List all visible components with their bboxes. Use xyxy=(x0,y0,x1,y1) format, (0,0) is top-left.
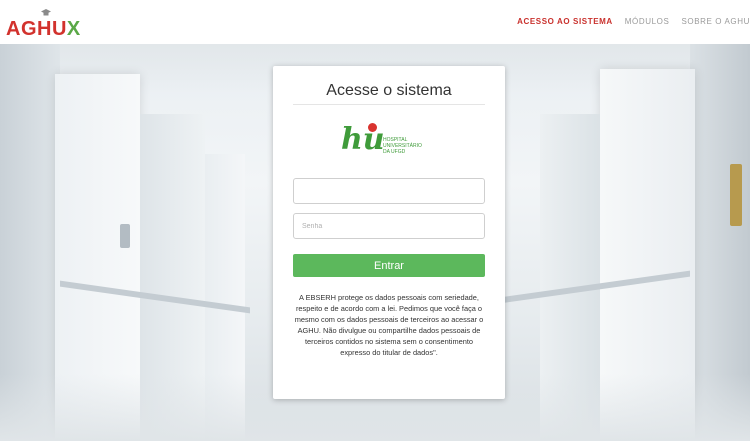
hospital-logo-text: HOSPITAL UNIVERSITÁRIO DA UFGD xyxy=(383,137,422,155)
login-card: Acesse o sistema hu HOSPITAL UNIVERSITÁR… xyxy=(273,66,505,399)
graduation-cap-icon xyxy=(41,9,51,16)
nav-sobre-o-aghu[interactable]: SOBRE O AGHU xyxy=(681,17,750,26)
logo-dot-icon xyxy=(368,123,377,132)
hospital-logo: hu HOSPITAL UNIVERSITÁRIO DA UFGD xyxy=(341,123,441,161)
nav-modulos[interactable]: MÓDULOS xyxy=(625,17,670,26)
logo-text: AGHUX xyxy=(6,18,81,40)
hu-logo-mark: hu xyxy=(341,122,385,157)
login-title: Acesse o sistema xyxy=(326,82,452,99)
privacy-notice: A EBSERH protege os dados pessoais com s… xyxy=(294,293,484,357)
username-input[interactable] xyxy=(293,178,485,204)
top-navbar: AGHUX ACESSO AO SISTEMA MÓDULOS SOBRE O … xyxy=(0,0,750,44)
login-button[interactable]: Entrar xyxy=(293,254,485,277)
password-input[interactable] xyxy=(293,213,485,239)
aghux-logo[interactable]: AGHUX xyxy=(6,8,80,40)
main-nav: ACESSO AO SISTEMA MÓDULOS SOBRE O AGHU xyxy=(505,17,750,26)
title-divider xyxy=(293,104,485,105)
nav-acesso-ao-sistema[interactable]: ACESSO AO SISTEMA xyxy=(517,17,613,26)
